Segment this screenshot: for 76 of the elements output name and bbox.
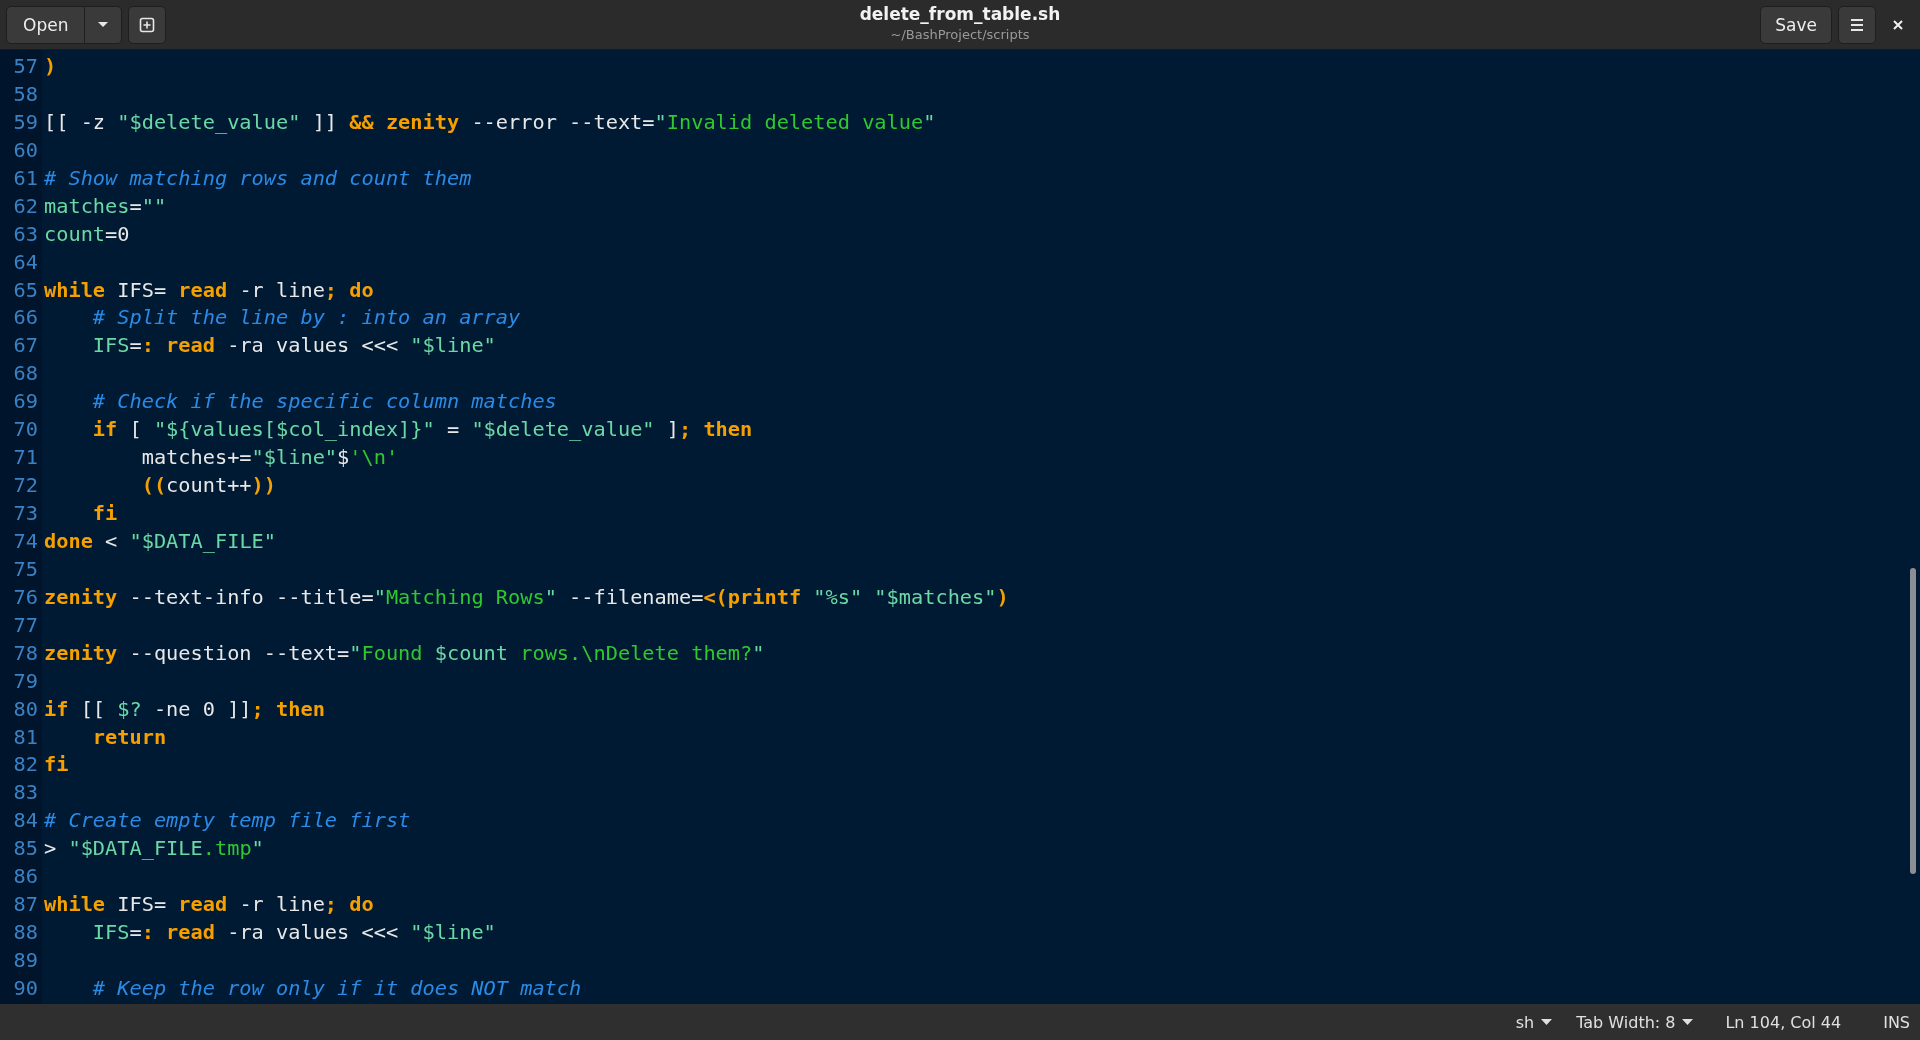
new-tab-button[interactable] bbox=[128, 5, 167, 44]
insert-mode: INS bbox=[1883, 1012, 1910, 1032]
line-number: 60 bbox=[12, 136, 39, 164]
line-number: 85 bbox=[12, 835, 39, 863]
line-number: 77 bbox=[12, 611, 39, 639]
line-number: 63 bbox=[12, 220, 39, 248]
line-number: 87 bbox=[12, 891, 39, 919]
new-tab-icon bbox=[139, 16, 156, 33]
code-line: while IFS= read -r line; do bbox=[44, 891, 374, 919]
code-line: if [ "${values[$col_index]}" = "$delete_value" ]; then bbox=[91, 416, 753, 444]
code-line: matches="" bbox=[44, 192, 167, 220]
code-line: # Split the line by : into an array bbox=[91, 304, 521, 332]
line-number: 70 bbox=[12, 416, 39, 444]
line-number: 57 bbox=[12, 53, 39, 80]
code-line: while IFS= read -r line; do bbox=[44, 276, 374, 304]
cursor-position: Ln 104, Col 44 bbox=[1725, 1012, 1842, 1032]
line-number: 80 bbox=[12, 695, 39, 723]
line-number: 83 bbox=[12, 779, 39, 807]
open-menu-button[interactable] bbox=[85, 5, 123, 44]
code-line: # Check if the specific column matches bbox=[91, 388, 557, 416]
scrollbar-thumb[interactable] bbox=[1910, 568, 1916, 874]
code-line: fi bbox=[44, 751, 69, 779]
code-line: fi bbox=[91, 500, 118, 527]
save-button[interactable]: Save bbox=[1760, 5, 1832, 44]
line-number: 74 bbox=[12, 527, 39, 555]
line-number: 81 bbox=[12, 723, 39, 751]
code-line: [[ -z "$delete_value" ]] && zenity --error --text="Invalid deleted value" bbox=[44, 108, 936, 136]
file-path: ~/BashProject/scripts bbox=[890, 27, 1030, 42]
code-line: return bbox=[91, 723, 167, 751]
line-number: 90 bbox=[12, 974, 39, 1002]
tab-width-selector[interactable]: Tab Width: 8 bbox=[1570, 1012, 1700, 1032]
line-number: 86 bbox=[12, 863, 39, 891]
line-number: 76 bbox=[12, 583, 39, 611]
line-number: 59 bbox=[12, 108, 39, 136]
code-line: ((count++)) bbox=[140, 472, 276, 500]
line-number: 79 bbox=[12, 667, 39, 695]
caret-icon bbox=[97, 20, 110, 29]
line-number: 73 bbox=[12, 500, 39, 527]
line-number: 62 bbox=[12, 192, 39, 220]
window-title: delete_from_table.sh bbox=[859, 4, 1061, 24]
line-number: 58 bbox=[12, 80, 39, 108]
line-number: 75 bbox=[12, 555, 39, 583]
code-line: matches+="$line"$'\n' bbox=[140, 444, 399, 472]
menu-button[interactable] bbox=[1838, 5, 1876, 44]
menu-icon bbox=[1849, 17, 1865, 32]
line-number: 69 bbox=[12, 388, 39, 416]
caret-icon bbox=[1682, 1018, 1694, 1026]
line-number: 71 bbox=[12, 444, 39, 472]
code-line: > "$DATA_FILE.tmp" bbox=[44, 835, 264, 863]
line-number: 89 bbox=[12, 947, 39, 974]
line-number: 88 bbox=[12, 919, 39, 947]
line-number: 78 bbox=[12, 639, 39, 667]
language-selector[interactable]: sh bbox=[1509, 1012, 1559, 1032]
code-line: count=0 bbox=[44, 220, 130, 248]
line-number: 72 bbox=[12, 472, 39, 500]
line-number: 68 bbox=[12, 360, 39, 388]
code-line: done < "$DATA_FILE" bbox=[44, 527, 276, 555]
line-number: 65 bbox=[12, 276, 39, 304]
line-number: 84 bbox=[12, 807, 39, 835]
code-line: if [[ $? -ne 0 ]]; then bbox=[44, 695, 325, 723]
line-number: 66 bbox=[12, 304, 39, 332]
code-line: # Show matching rows and count them bbox=[44, 164, 472, 192]
line-number: 64 bbox=[12, 248, 39, 276]
code-line: IFS=: read -ra values <<< "$line" bbox=[91, 332, 496, 360]
line-number: 61 bbox=[12, 164, 39, 192]
code-line: zenity --question --text="Found $count rows.\nDelete them?" bbox=[44, 639, 765, 667]
code-line: # Keep the row only if it does NOT match bbox=[91, 974, 582, 1002]
open-button[interactable]: Open bbox=[6, 5, 86, 44]
caret-icon bbox=[1541, 1018, 1553, 1026]
line-number: 67 bbox=[12, 332, 39, 360]
code-line: IFS=: read -ra values <<< "$line" bbox=[91, 919, 496, 947]
close-icon bbox=[1892, 18, 1904, 31]
code-line: ) bbox=[44, 53, 57, 80]
code-line: zenity --text-info --title="Matching Rows" --filename=<(printf "%s" "$matches") bbox=[44, 583, 1009, 611]
code-line: # Create empty temp file first bbox=[44, 807, 411, 835]
line-number: 82 bbox=[12, 751, 39, 779]
